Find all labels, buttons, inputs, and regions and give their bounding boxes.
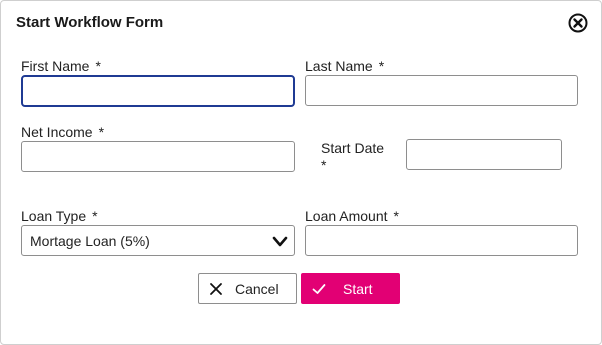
cancel-button-label: Cancel	[235, 281, 279, 297]
required-marker: *	[92, 208, 98, 224]
required-marker: *	[378, 58, 385, 74]
required-marker: *	[98, 124, 105, 140]
net-income-label-text: Net Income	[21, 124, 93, 140]
first-name-input[interactable]	[21, 75, 295, 107]
last-name-label: Last Name *	[305, 58, 384, 74]
start-date-label-text: Start Date	[321, 140, 385, 156]
last-name-label-text: Last Name	[305, 58, 373, 74]
required-marker: *	[393, 208, 399, 224]
loan-type-select[interactable]: Mortage Loan (5%)	[21, 225, 295, 256]
required-marker: *	[321, 157, 327, 173]
cancel-button[interactable]: Cancel	[198, 273, 297, 304]
first-name-label: First Name *	[21, 58, 101, 74]
net-income-label: Net Income *	[21, 124, 104, 140]
start-date-label: Start Date	[321, 140, 384, 156]
close-circle-icon	[568, 13, 588, 33]
loan-type-selected-value: Mortage Loan (5%)	[30, 233, 150, 249]
start-button[interactable]: Start	[301, 273, 400, 304]
start-workflow-dialog: Start Workflow Form First Name * Last Nam…	[0, 0, 602, 345]
start-date-required: *	[321, 157, 326, 173]
loan-type-label: Loan Type *	[21, 208, 98, 224]
loan-amount-label: Loan Amount *	[305, 208, 399, 224]
dialog-title: Start Workflow Form	[16, 14, 164, 31]
loan-amount-label-text: Loan Amount	[305, 208, 388, 224]
required-marker: *	[95, 58, 101, 74]
close-button[interactable]	[568, 13, 588, 33]
chevron-down-icon	[272, 236, 288, 247]
loan-type-label-text: Loan Type	[21, 208, 87, 224]
first-name-label-text: First Name	[21, 58, 90, 74]
last-name-input[interactable]	[305, 75, 578, 106]
x-icon	[210, 283, 222, 295]
check-icon	[312, 284, 326, 294]
start-date-input[interactable]	[406, 139, 562, 170]
loan-amount-input[interactable]	[305, 225, 578, 256]
start-button-label: Start	[343, 281, 373, 297]
net-income-input[interactable]	[21, 141, 295, 172]
